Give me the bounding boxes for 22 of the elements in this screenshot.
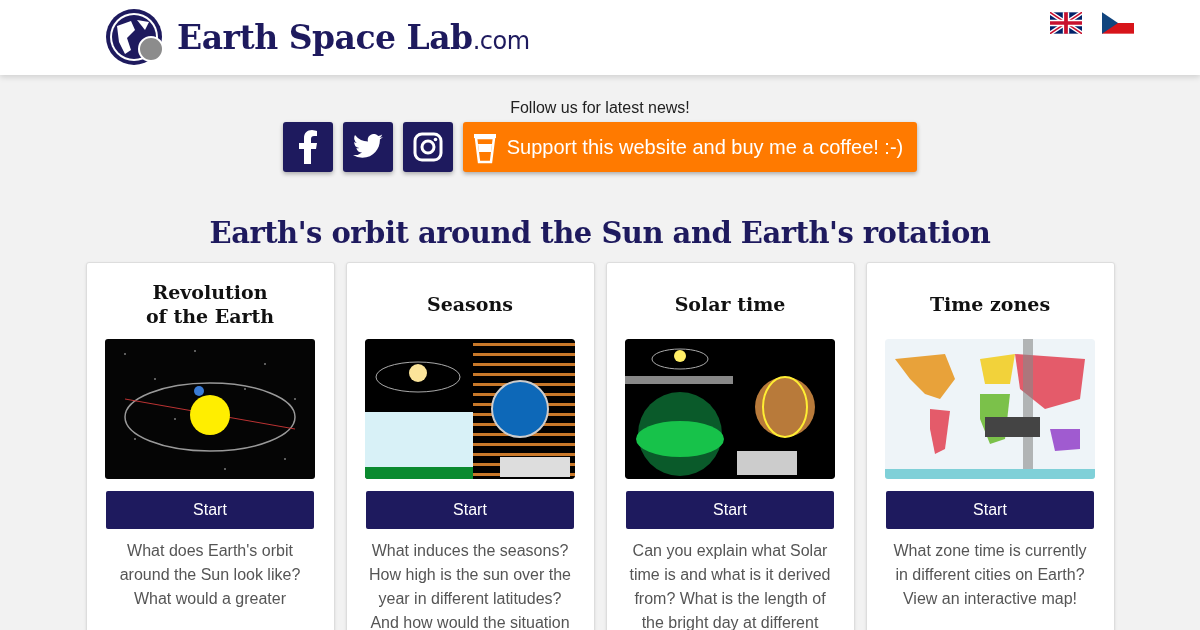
card-title: Solar time [674, 292, 786, 316]
twitter-icon [352, 134, 383, 160]
facebook-button[interactable] [282, 122, 333, 172]
instagram-button[interactable] [402, 122, 453, 172]
card-description: What does Earth's orbit around the Sun look like? What would a greater [118, 541, 302, 609]
card-title: Time zones [929, 292, 1051, 316]
globe-moon-icon [105, 7, 165, 68]
card-title: Revolution of the Earth [145, 280, 275, 328]
start-button[interactable]: Start [366, 491, 574, 529]
page-heading: Earth's orbit around the Sun and Earth's rotation [208, 216, 992, 250]
twitter-button[interactable] [342, 122, 393, 172]
uk-flag-icon[interactable] [1050, 12, 1082, 34]
instagram-icon [412, 132, 443, 162]
follow-text: Follow us for latest news! [510, 99, 690, 117]
card-description: What induces the seasons? How high is the sun over the year in different latitudes? And how would the situation [368, 541, 572, 630]
card-description: What zone time is currently in different cities on Earth? View an interactive map! [892, 541, 1088, 609]
card-title: Seasons [427, 292, 513, 316]
start-button[interactable]: Start [106, 491, 314, 529]
czech-flag-icon[interactable] [1102, 12, 1134, 34]
start-button[interactable]: Start [886, 491, 1094, 529]
facebook-icon [296, 130, 319, 164]
start-button[interactable]: Start [626, 491, 834, 529]
